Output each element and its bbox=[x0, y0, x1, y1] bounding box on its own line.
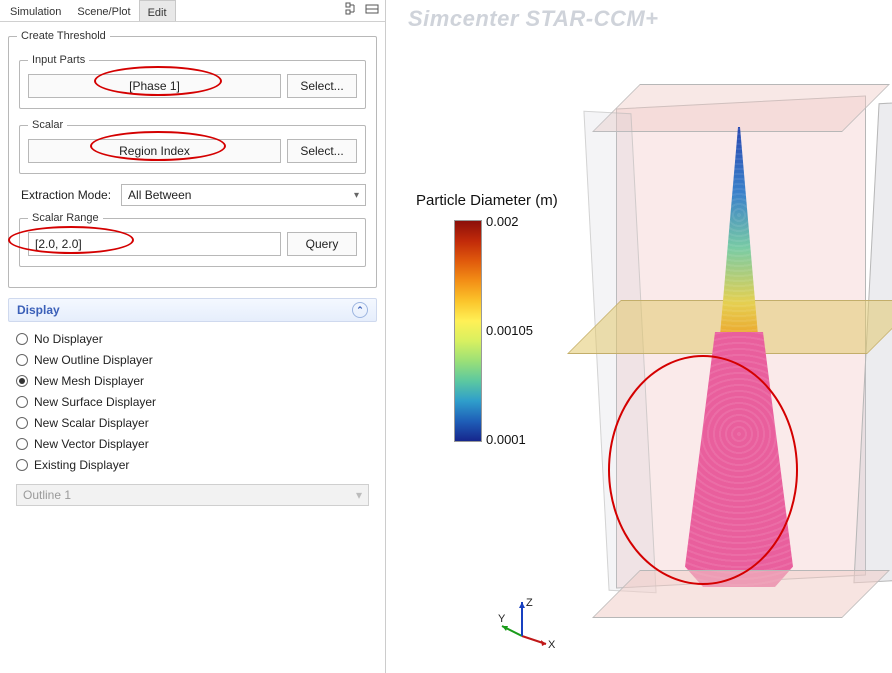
select-label: Select... bbox=[300, 79, 343, 93]
plume-upper bbox=[714, 127, 764, 347]
domain-top-face bbox=[592, 84, 890, 132]
axis-x-label: X bbox=[548, 639, 556, 651]
scalar-range-legend: Scalar Range bbox=[28, 212, 103, 224]
particle-plume bbox=[659, 127, 819, 597]
scalar-range-input[interactable]: [2.0, 2.0] bbox=[28, 232, 281, 256]
collapse-icon[interactable] bbox=[365, 2, 379, 19]
scene-viewport[interactable]: Simcenter STAR-CCM+ Particle Diameter (m… bbox=[386, 0, 892, 673]
display-option-label: Existing Displayer bbox=[34, 458, 129, 472]
scalar-range-value: [2.0, 2.0] bbox=[35, 237, 82, 251]
radio-icon bbox=[16, 333, 28, 345]
tab-edit[interactable]: Edit bbox=[139, 0, 176, 21]
tab-strip: Simulation Scene/Plot Edit bbox=[0, 0, 385, 22]
display-option-label: New Vector Displayer bbox=[34, 437, 149, 451]
chevron-down-icon: ▾ bbox=[356, 488, 362, 502]
tab-simulation[interactable]: Simulation bbox=[2, 0, 69, 21]
display-option-label: No Displayer bbox=[34, 332, 103, 346]
create-threshold-group: Create Threshold Input Parts [Phase 1] S… bbox=[8, 30, 377, 288]
create-threshold-legend: Create Threshold bbox=[17, 30, 110, 42]
scalar-field[interactable]: Region Index bbox=[28, 139, 281, 163]
tab-label: Simulation bbox=[10, 6, 61, 18]
axis-z-label: Z bbox=[526, 597, 533, 609]
extraction-mode-label: Extraction Mode: bbox=[21, 188, 111, 202]
scalar-range-group: Scalar Range [2.0, 2.0] Query bbox=[19, 212, 366, 267]
display-option-label: New Scalar Displayer bbox=[34, 416, 149, 430]
colorbar bbox=[454, 220, 482, 442]
axis-triad: X Y Z bbox=[498, 596, 558, 651]
colorbar-tick-min: 0.0001 bbox=[486, 432, 526, 447]
chevron-up-icon: ⌃ bbox=[352, 302, 368, 318]
select-label: Select... bbox=[300, 144, 343, 158]
display-radio-list: No Displayer New Outline Displayer New Mes… bbox=[6, 328, 379, 476]
scalar-legend: Scalar bbox=[28, 119, 67, 131]
tab-scene[interactable]: Scene/Plot bbox=[69, 0, 138, 21]
display-section-header[interactable]: Display ⌃ bbox=[8, 298, 377, 322]
axis-y-label: Y bbox=[498, 613, 506, 625]
radio-icon bbox=[16, 396, 28, 408]
chevron-down-icon: ▾ bbox=[354, 190, 359, 201]
radio-icon bbox=[16, 459, 28, 471]
domain-bottom-face bbox=[592, 570, 890, 618]
radio-icon bbox=[16, 417, 28, 429]
query-button[interactable]: Query bbox=[287, 232, 357, 256]
tree-icon[interactable] bbox=[345, 2, 359, 19]
plume-lower bbox=[679, 332, 799, 587]
input-parts-value: [Phase 1] bbox=[129, 79, 180, 93]
existing-displayer-dropdown: Outline 1 ▾ bbox=[16, 484, 369, 506]
extraction-mode-value: All Between bbox=[128, 188, 191, 202]
input-parts-legend: Input Parts bbox=[28, 54, 89, 66]
display-option-label: New Outline Displayer bbox=[34, 353, 153, 367]
display-option[interactable]: Existing Displayer bbox=[16, 458, 369, 472]
colorbar-tick-max: 0.002 bbox=[486, 214, 519, 229]
query-label: Query bbox=[306, 237, 339, 251]
radio-icon bbox=[16, 438, 28, 450]
display-option[interactable]: No Displayer bbox=[16, 332, 369, 346]
display-option[interactable]: New Outline Displayer bbox=[16, 353, 369, 367]
input-parts-field[interactable]: [Phase 1] bbox=[28, 74, 281, 98]
display-option-label: New Mesh Displayer bbox=[34, 374, 144, 388]
scalar-select-button[interactable]: Select... bbox=[287, 139, 357, 163]
tab-label: Scene/Plot bbox=[77, 6, 130, 18]
brand-watermark: Simcenter STAR-CCM+ bbox=[408, 6, 659, 32]
radio-icon bbox=[16, 354, 28, 366]
display-option[interactable]: New Surface Displayer bbox=[16, 395, 369, 409]
display-option[interactable]: New Vector Displayer bbox=[16, 437, 369, 451]
scalar-group: Scalar Region Index Select... bbox=[19, 119, 366, 174]
scalar-value: Region Index bbox=[119, 144, 190, 158]
radio-icon bbox=[16, 375, 28, 387]
input-parts-group: Input Parts [Phase 1] Select... bbox=[19, 54, 366, 109]
input-parts-select-button[interactable]: Select... bbox=[287, 74, 357, 98]
colorbar-tick-mid: 0.00105 bbox=[486, 323, 533, 338]
3d-scene bbox=[536, 72, 866, 632]
display-option-label: New Surface Displayer bbox=[34, 395, 156, 409]
display-option[interactable]: New Scalar Displayer bbox=[16, 416, 369, 430]
display-header-label: Display bbox=[17, 303, 60, 317]
display-option[interactable]: New Mesh Displayer bbox=[16, 374, 369, 388]
tab-label: Edit bbox=[148, 7, 167, 19]
existing-displayer-value: Outline 1 bbox=[23, 488, 71, 502]
extraction-mode-dropdown[interactable]: All Between ▾ bbox=[121, 184, 366, 206]
